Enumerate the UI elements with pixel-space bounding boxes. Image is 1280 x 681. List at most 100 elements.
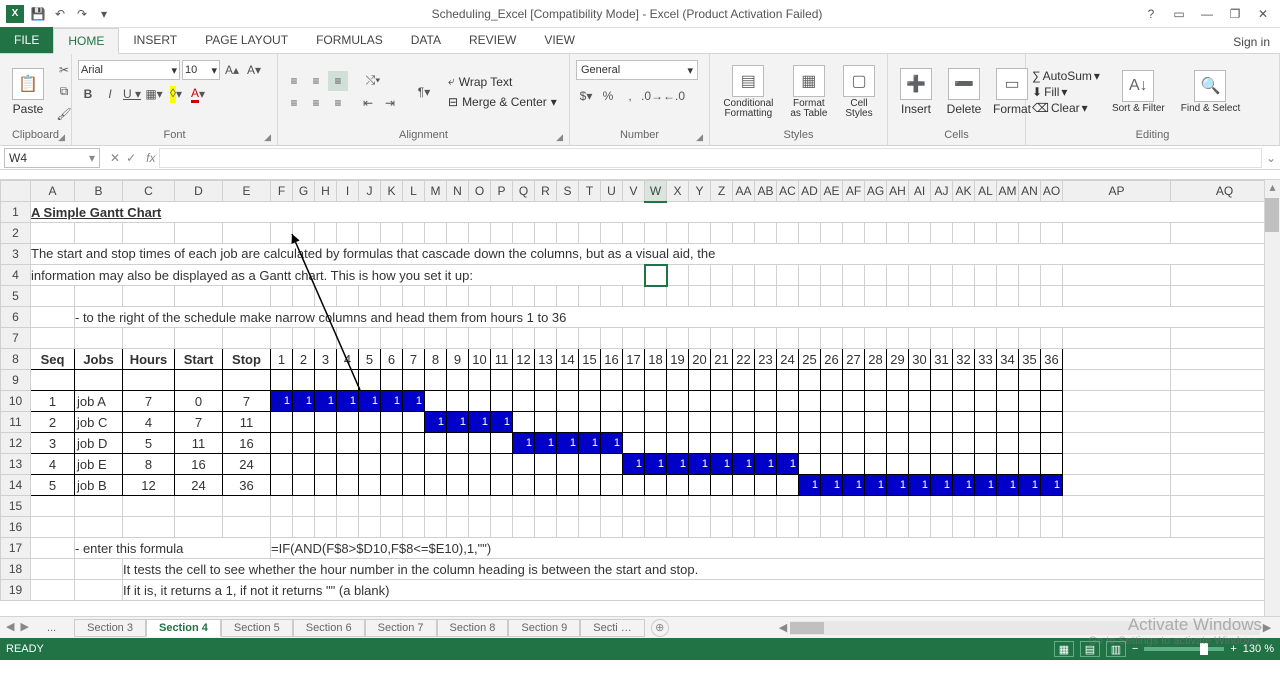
delete-cells-button[interactable]: ➖Delete bbox=[942, 66, 986, 118]
col-header-A[interactable]: A bbox=[31, 181, 75, 202]
gantt-cell[interactable]: 1 bbox=[403, 391, 425, 412]
cell-start-2[interactable]: 11 bbox=[175, 433, 223, 454]
fill-button[interactable]: ⬇ Fill ▾ bbox=[1032, 85, 1100, 99]
row-header-5[interactable]: 5 bbox=[1, 286, 31, 307]
align-bottom-icon[interactable]: ≡ bbox=[328, 71, 348, 91]
close-icon[interactable]: ✕ bbox=[1254, 5, 1272, 23]
active-cell-W4[interactable] bbox=[645, 265, 667, 286]
gantt-cell[interactable]: 1 bbox=[667, 454, 689, 475]
col-header-AF[interactable]: AF bbox=[843, 181, 865, 202]
minimize-icon[interactable]: — bbox=[1198, 5, 1216, 23]
col-header-R[interactable]: R bbox=[535, 181, 557, 202]
row-header-17[interactable]: 17 bbox=[1, 538, 31, 559]
gantt-cell[interactable]: 1 bbox=[447, 412, 469, 433]
gantt-cell[interactable]: 1 bbox=[953, 475, 975, 496]
cell-seq-1[interactable]: 2 bbox=[31, 412, 75, 433]
sheet-tab-section-3[interactable]: Section 3 bbox=[74, 619, 146, 637]
gantt-cell[interactable]: 1 bbox=[491, 412, 513, 433]
hdr-hour-15[interactable]: 15 bbox=[579, 349, 601, 370]
col-header-F[interactable]: F bbox=[271, 181, 293, 202]
hdr-hour-33[interactable]: 33 bbox=[975, 349, 997, 370]
hdr-hour-24[interactable]: 24 bbox=[777, 349, 799, 370]
tab-page-layout[interactable]: PAGE LAYOUT bbox=[191, 27, 302, 53]
rtl-icon[interactable]: ¶▾ bbox=[410, 82, 438, 102]
font-size-select[interactable]: 10▾ bbox=[182, 60, 220, 80]
number-format-select[interactable]: General▾ bbox=[576, 60, 698, 80]
col-header-H[interactable]: H bbox=[315, 181, 337, 202]
font-color-button[interactable]: A▾ bbox=[188, 84, 208, 104]
col-header-L[interactable]: L bbox=[403, 181, 425, 202]
col-header-AK[interactable]: AK bbox=[953, 181, 975, 202]
row-header-8[interactable]: 8 bbox=[1, 349, 31, 370]
bold-button[interactable]: B bbox=[78, 84, 98, 104]
hdr-hour-11[interactable]: 11 bbox=[491, 349, 513, 370]
cell-explain-2[interactable]: If it is, it returns a 1, if not it retu… bbox=[123, 580, 1279, 601]
gantt-cell[interactable]: 1 bbox=[557, 433, 579, 454]
italic-button[interactable]: I bbox=[100, 84, 120, 104]
gantt-cell[interactable]: 1 bbox=[425, 412, 447, 433]
cell-start-3[interactable]: 16 bbox=[175, 454, 223, 475]
orientation-icon[interactable]: ⤭▾ bbox=[358, 71, 388, 91]
hdr-hour-19[interactable]: 19 bbox=[667, 349, 689, 370]
cell-stop-3[interactable]: 24 bbox=[223, 454, 271, 475]
gantt-cell[interactable]: 1 bbox=[271, 391, 293, 412]
cell-note-formula-label[interactable]: - enter this formula bbox=[75, 538, 271, 559]
col-header-AD[interactable]: AD bbox=[799, 181, 821, 202]
sheet-tab-section-7[interactable]: Section 7 bbox=[365, 619, 437, 637]
clipboard-launcher-icon[interactable]: ◢ bbox=[58, 132, 65, 143]
col-header-AI[interactable]: AI bbox=[909, 181, 931, 202]
sheet-tab-section-9[interactable]: Section 9 bbox=[508, 619, 580, 637]
row-header-19[interactable]: 19 bbox=[1, 580, 31, 601]
gantt-cell[interactable]: 1 bbox=[931, 475, 953, 496]
worksheet-area[interactable]: ABCDEFGHIJKLMNOPQRSTUVWXYZAAABACADAEAFAG… bbox=[0, 180, 1280, 616]
gantt-cell[interactable]: 1 bbox=[755, 454, 777, 475]
cell-stop-0[interactable]: 7 bbox=[223, 391, 271, 412]
cell-stop-1[interactable]: 11 bbox=[223, 412, 271, 433]
col-header-AL[interactable]: AL bbox=[975, 181, 997, 202]
hdr-stop[interactable]: Stop bbox=[223, 349, 271, 370]
enter-formula-icon[interactable]: ✓ bbox=[126, 151, 136, 165]
col-header-AA[interactable]: AA bbox=[733, 181, 755, 202]
row-header-6[interactable]: 6 bbox=[1, 307, 31, 328]
percent-format-icon[interactable]: % bbox=[598, 86, 618, 106]
hdr-hour-1[interactable]: 1 bbox=[271, 349, 293, 370]
cell-seq-3[interactable]: 4 bbox=[31, 454, 75, 475]
tab-more-left[interactable]: ... bbox=[35, 620, 68, 636]
ribbon-display-icon[interactable]: ▭ bbox=[1170, 5, 1188, 23]
comma-format-icon[interactable]: , bbox=[620, 86, 640, 106]
row-header-1[interactable]: 1 bbox=[1, 202, 31, 223]
select-all-cell[interactable] bbox=[1, 181, 31, 202]
hdr-hour-17[interactable]: 17 bbox=[623, 349, 645, 370]
gantt-cell[interactable]: 1 bbox=[337, 391, 359, 412]
col-header-AE[interactable]: AE bbox=[821, 181, 843, 202]
gantt-cell[interactable]: 1 bbox=[293, 391, 315, 412]
row-header-14[interactable]: 14 bbox=[1, 475, 31, 496]
view-normal-icon[interactable]: ▦ bbox=[1054, 641, 1074, 657]
gantt-cell[interactable]: 1 bbox=[601, 433, 623, 454]
col-header-AB[interactable]: AB bbox=[755, 181, 777, 202]
col-header-J[interactable]: J bbox=[359, 181, 381, 202]
align-right-icon[interactable]: ≡ bbox=[328, 93, 348, 113]
tab-data[interactable]: DATA bbox=[397, 27, 455, 53]
cell-formula[interactable]: =IF(AND(F$8>$D10,F$8<=$E10),1,"") bbox=[271, 538, 1279, 559]
col-header-O[interactable]: O bbox=[469, 181, 491, 202]
sheet-tab-section-8[interactable]: Section 8 bbox=[437, 619, 509, 637]
gantt-cell[interactable]: 1 bbox=[359, 391, 381, 412]
tab-scroll-right-icon[interactable]: ▶ bbox=[20, 620, 28, 636]
row-header-10[interactable]: 10 bbox=[1, 391, 31, 412]
tab-view[interactable]: VIEW bbox=[530, 27, 589, 53]
vertical-scrollbar[interactable]: ▴ bbox=[1264, 180, 1280, 616]
cell-start-1[interactable]: 7 bbox=[175, 412, 223, 433]
alignment-launcher-icon[interactable]: ◢ bbox=[556, 132, 563, 143]
col-header-V[interactable]: V bbox=[623, 181, 645, 202]
gantt-cell[interactable]: 1 bbox=[997, 475, 1019, 496]
zoom-in-icon[interactable]: + bbox=[1230, 643, 1236, 655]
gantt-cell[interactable]: 1 bbox=[469, 412, 491, 433]
col-header-AN[interactable]: AN bbox=[1019, 181, 1041, 202]
view-page-break-icon[interactable]: ▥ bbox=[1106, 641, 1126, 657]
gantt-cell[interactable]: 1 bbox=[689, 454, 711, 475]
decrease-indent-icon[interactable]: ⇤ bbox=[358, 93, 378, 113]
col-header-AC[interactable]: AC bbox=[777, 181, 799, 202]
fx-icon[interactable]: fx bbox=[142, 151, 159, 165]
gantt-cell[interactable]: 1 bbox=[865, 475, 887, 496]
